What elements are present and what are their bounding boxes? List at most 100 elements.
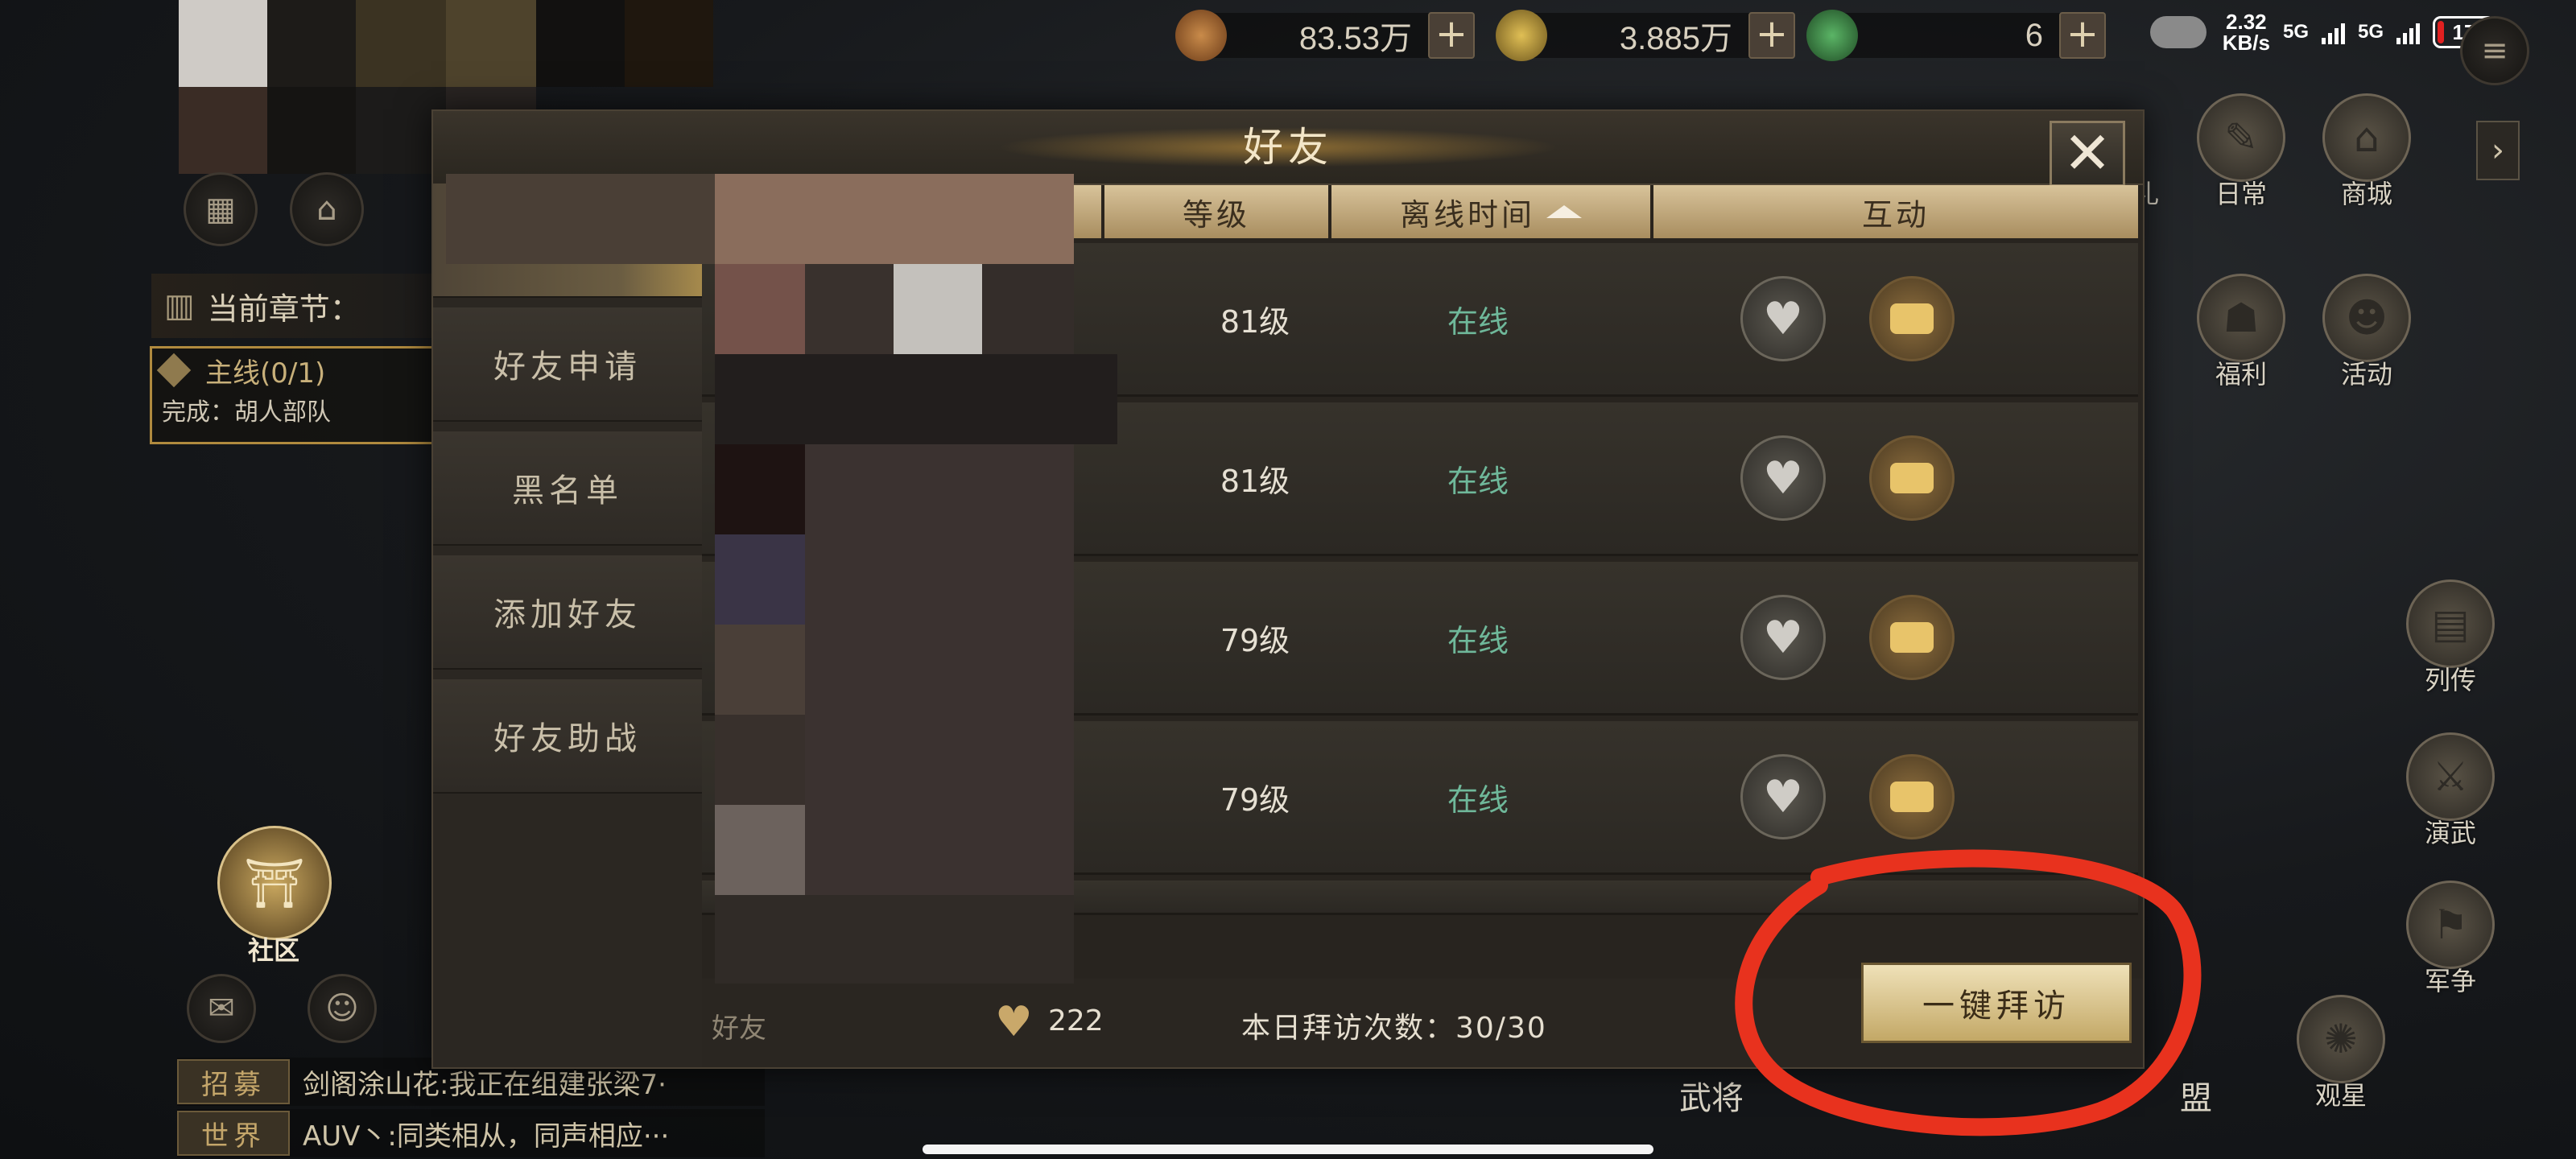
- mosaic-block: [715, 354, 1117, 444]
- mosaic-block: [536, 0, 625, 87]
- welfare-button[interactable]: ☗ 福利: [2193, 274, 2289, 391]
- signal-type: 5G: [2357, 21, 2384, 43]
- cloud-icon: [2149, 16, 2207, 48]
- chapter-label: 当前章节：: [207, 291, 361, 327]
- home-indicator[interactable]: [923, 1145, 1653, 1154]
- chat-message: AUV丶:同类相从，同声相应···: [303, 1120, 670, 1153]
- biography-button[interactable]: ▤ 列传: [2402, 580, 2499, 697]
- friends-tab-list: 好友列表 好友申请 黑名单 添加好友 好友助战: [433, 184, 702, 1067]
- header-level[interactable]: 等级: [1104, 185, 1331, 238]
- mosaic-block: [982, 264, 1074, 354]
- chat-bubble-icon: [1890, 303, 1934, 334]
- flag-icon: ⚑: [2406, 881, 2495, 969]
- mosaic-block: [715, 805, 805, 895]
- jade-coin-icon: [1806, 10, 1858, 61]
- mosaic-block: [805, 264, 894, 354]
- chat-bubble-icon: [1890, 622, 1934, 653]
- heart-count: 222: [1048, 1004, 1104, 1037]
- resource-bar-copper: 3.885万 +: [1496, 10, 1795, 61]
- menu-icon[interactable]: ≡: [2460, 16, 2529, 85]
- chat-button[interactable]: [1869, 276, 1955, 361]
- friend-status: 在线: [1447, 463, 1509, 499]
- shop-button[interactable]: ⌂ 商城: [2318, 93, 2415, 211]
- scroll-icon: ▥: [164, 287, 195, 324]
- daily-button[interactable]: ✎ 日常: [2193, 93, 2289, 211]
- mosaic-block: [715, 444, 805, 534]
- heart-check-icon: ♥: [1762, 292, 1804, 345]
- friends-icon[interactable]: ☺: [308, 974, 377, 1043]
- mosaic-block: [715, 895, 1074, 984]
- daily-icon: ✎: [2197, 93, 2285, 182]
- calendar-icon[interactable]: ▦: [184, 172, 258, 246]
- chat-bubble-icon: [1890, 782, 1934, 812]
- chat-channel-tag: 世界: [177, 1111, 290, 1156]
- expand-arrow-icon[interactable]: ›: [2476, 121, 2520, 180]
- friend-level: 79级: [1220, 622, 1290, 658]
- add-resource-button[interactable]: +: [2059, 12, 2106, 59]
- friends-count-label: 好友: [712, 1013, 766, 1045]
- add-resource-button[interactable]: +: [1748, 12, 1795, 59]
- heart-check-icon: ♥: [1762, 611, 1804, 664]
- tab-add-friend[interactable]: 添加好友: [433, 555, 702, 670]
- chat-world[interactable]: 世界 AUV丶:同类相从，同声相应···: [177, 1109, 765, 1157]
- event-icon: ☻: [2322, 274, 2411, 362]
- heart-check-icon: ♥: [1762, 770, 1804, 823]
- welfare-icon: ☗: [2197, 274, 2285, 362]
- mosaic-block: [179, 87, 267, 174]
- mosaic-block: [805, 444, 1074, 895]
- friend-status: 在线: [1447, 303, 1509, 340]
- visit-heart-button[interactable]: ♥: [1740, 595, 1826, 680]
- resource-bar-silver: 83.53万 +: [1175, 10, 1475, 61]
- dialog-title: 好友: [1243, 124, 1333, 171]
- mosaic-block: [894, 264, 982, 354]
- visit-heart-button[interactable]: ♥: [1740, 754, 1826, 839]
- add-resource-button[interactable]: +: [1428, 12, 1475, 59]
- stargaze-button[interactable]: ✺ 观星: [2293, 995, 2389, 1112]
- close-button[interactable]: ✕: [2050, 121, 2125, 187]
- resource-value: 3.885万: [1619, 21, 1732, 56]
- chat-button[interactable]: [1869, 595, 1955, 680]
- mosaic-block: [715, 625, 805, 715]
- mosaic-block: [715, 174, 1074, 264]
- chat-bubble-icon: [1890, 463, 1934, 493]
- quest-title: 主线(0/1): [205, 357, 326, 390]
- mosaic-block: [715, 715, 805, 805]
- mosaic-block: [715, 534, 805, 625]
- heart-icon: ♥: [995, 998, 1033, 1046]
- building-icon[interactable]: ⌂: [290, 172, 364, 246]
- tab-blacklist[interactable]: 黑名单: [433, 431, 702, 546]
- event-button[interactable]: ☻ 活动: [2318, 274, 2415, 391]
- red-circle-annotation: [1735, 849, 2202, 1136]
- mainline-quest-panel[interactable]: 主线(0/1) 完成：胡人部队: [150, 346, 444, 444]
- community-label: 社区: [247, 935, 299, 966]
- signal-bars-icon: [2396, 20, 2420, 44]
- quest-task: 完成：胡人部队: [162, 398, 331, 427]
- signal-type: 5G: [2282, 21, 2309, 43]
- mosaic-block: [179, 0, 267, 87]
- mail-icon[interactable]: ✉: [187, 974, 256, 1043]
- friend-level: 79级: [1220, 782, 1290, 818]
- chat-button[interactable]: [1869, 754, 1955, 839]
- header-offline-time[interactable]: 离线时间: [1331, 185, 1653, 238]
- astrolabe-icon: ✺: [2297, 995, 2385, 1083]
- signal-bars-icon: [2321, 20, 2345, 44]
- heart-check-icon: ♥: [1762, 452, 1804, 505]
- community-icon[interactable]: ⛩: [217, 826, 332, 940]
- mosaic-block: [356, 0, 446, 87]
- visit-heart-button[interactable]: ♥: [1740, 435, 1826, 521]
- tab-friend-requests[interactable]: 好友申请: [433, 307, 702, 422]
- drill-button[interactable]: ⚔ 演武: [2402, 732, 2499, 850]
- visit-count: 本日拜访次数：30/30: [1241, 1012, 1547, 1045]
- friend-level: 81级: [1220, 463, 1290, 499]
- sort-arrow-icon: [1546, 205, 1582, 218]
- mosaic-block: [715, 264, 805, 354]
- resource-value: 6: [2025, 17, 2043, 53]
- system-status-bar: 2.32 KB/s 5G 5G 17: [2149, 10, 2496, 55]
- tab-friend-assist[interactable]: 好友助战: [433, 679, 702, 794]
- visit-heart-button[interactable]: ♥: [1740, 276, 1826, 361]
- chat-button[interactable]: [1869, 435, 1955, 521]
- war-button[interactable]: ⚑ 军争: [2402, 881, 2499, 998]
- friend-status: 在线: [1447, 622, 1509, 658]
- network-speed: 2.32 KB/s: [2222, 10, 2270, 55]
- chat-channel-tag: 招募: [177, 1059, 290, 1104]
